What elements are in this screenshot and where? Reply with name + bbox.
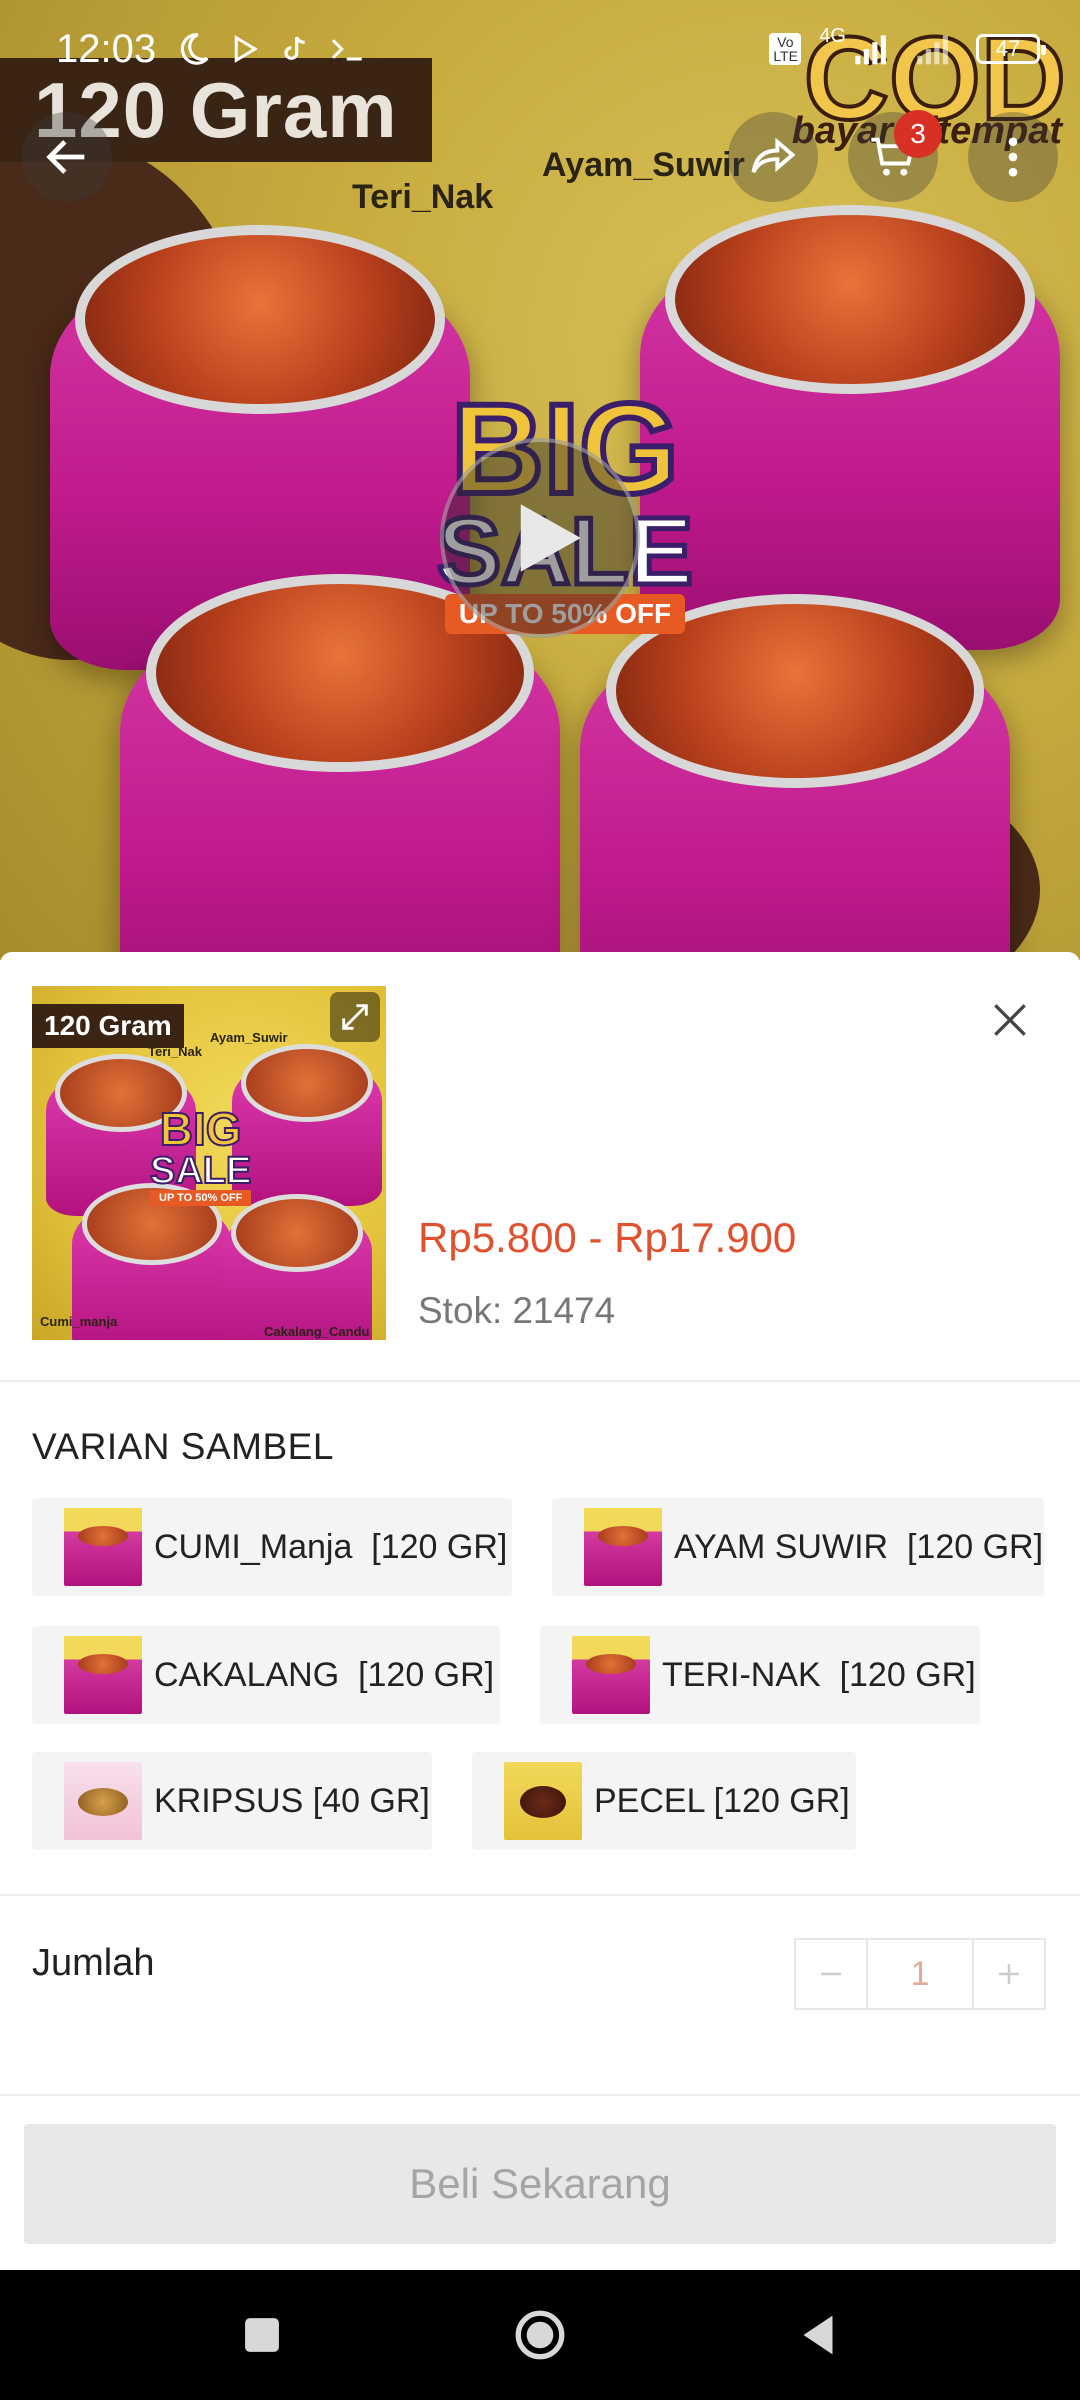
battery-level: 47 (995, 36, 1021, 61)
expand-image-button[interactable] (330, 992, 380, 1042)
quantity-stepper: 1 (794, 1938, 1046, 2010)
divider (0, 1894, 1080, 1896)
close-sheet-button[interactable] (980, 990, 1040, 1050)
home-icon[interactable] (511, 2306, 569, 2364)
annotation-teri: Teri_Nak (352, 178, 494, 216)
pecel-bowl-thumb-icon (504, 1762, 582, 1840)
status-time: 12:03 (56, 26, 157, 71)
back-button[interactable] (22, 112, 112, 202)
stock-info: Stok: 21474 (418, 1290, 615, 1332)
more-vertical-icon (1008, 137, 1018, 177)
thumb-cup (232, 1044, 382, 1206)
thumb-tag-teri: Teri_Nak (148, 1044, 202, 1059)
play-store-icon (234, 35, 259, 63)
variant-option-cumi[interactable]: CUMI_Manja [120 GR] (32, 1498, 512, 1596)
variant-label: CUMI_Manja [120 GR] (154, 1527, 508, 1566)
variant-label: TERI-NAK [120 GR] (662, 1655, 976, 1694)
divider (0, 1380, 1080, 1382)
annotation-ayam: Ayam_Suwir (542, 146, 745, 184)
variant-option-teri-nak[interactable]: TERI-NAK [120 GR] (540, 1626, 980, 1724)
variant-label: PECEL [120 GR] (594, 1781, 850, 1820)
sambel-cup-thumb-icon (64, 1636, 142, 1714)
thumb-sale-text: SALE (149, 1150, 252, 1192)
variant-option-ayam-suwir[interactable]: AYAM SUWIR [120 GR] (552, 1498, 1044, 1596)
variant-label: CAKALANG [120 GR] (154, 1655, 495, 1694)
thumb-big-text: BIG (159, 1103, 243, 1155)
plus-icon (999, 1964, 1019, 1984)
buy-now-button[interactable]: Beli Sekarang (24, 2124, 1056, 2244)
variant-section-title: VARIAN SAMBEL (32, 1426, 334, 1467)
sambel-cup-thumb-icon (64, 1508, 142, 1586)
share-button[interactable] (728, 112, 818, 202)
increase-quantity-button[interactable] (974, 1940, 1044, 2008)
product-thumbnail[interactable]: 120 Gram Teri_Nak Ayam_Suwir Cumi_manja … (32, 986, 386, 1340)
variant-selection-sheet: 120 Gram Teri_Nak Ayam_Suwir Cumi_manja … (0, 952, 1080, 2270)
play-video-button[interactable] (440, 438, 640, 638)
stock-label: Stok: (418, 1290, 503, 1331)
product-cup-image (580, 594, 1010, 960)
back-arrow-icon (46, 140, 85, 174)
thumb-weight-label: 120 Gram (32, 1004, 184, 1048)
price-range: Rp5.800 - Rp17.900 (418, 1214, 797, 1261)
status-bar: 12:03 Vo LTE 4G 47 (0, 0, 1080, 98)
battery-icon: 47 (976, 34, 1046, 64)
thumb-tag-cumi: Cumi_manja (40, 1314, 118, 1329)
sambel-cup-thumb-icon (572, 1636, 650, 1714)
divider (0, 2094, 1080, 2096)
terminal-icon (332, 39, 362, 61)
stock-value: 21474 (512, 1290, 616, 1331)
signal-icon (855, 35, 886, 65)
variant-option-cakalang[interactable]: CAKALANG [120 GR] (32, 1626, 500, 1724)
close-icon (994, 1004, 1026, 1036)
thumb-tag-ayam: Ayam_Suwir (210, 1030, 288, 1045)
variant-option-kripsus[interactable]: KRIPSUS [40 GR] (32, 1752, 432, 1850)
system-navigation-bar (0, 2270, 1080, 2400)
variant-label: AYAM SUWIR [120 GR] (674, 1527, 1044, 1566)
tiktok-icon (284, 36, 305, 60)
quantity-label: Jumlah (32, 1942, 155, 1984)
play-icon (520, 504, 581, 572)
sambel-cup-thumb-icon (584, 1508, 662, 1586)
volte-badge: Vo LTE (769, 33, 802, 65)
thumb-discount-text: UP TO 50% OFF (150, 1190, 252, 1206)
network-type: 4G (819, 24, 846, 47)
decrease-quantity-button[interactable] (796, 1940, 866, 2008)
variant-label: KRIPSUS [40 GR] (154, 1781, 430, 1820)
moon-icon (180, 33, 209, 65)
thumb-tag-cakalang: Cakalang_Candu (264, 1324, 370, 1339)
thumb-cup (222, 1194, 372, 1340)
signal-icon-2 (917, 35, 948, 65)
quantity-value[interactable]: 1 (866, 1940, 974, 2008)
thumb-big-sale: BIG SALE UP TO 50% OFF (149, 1103, 252, 1206)
share-icon (751, 137, 796, 174)
variant-option-pecel[interactable]: PECEL [120 GR] (472, 1752, 856, 1850)
expand-icon (342, 1004, 368, 1030)
minus-icon (821, 1972, 841, 1976)
back-nav-icon[interactable] (789, 2306, 847, 2364)
product-cup-image (120, 573, 560, 960)
recent-apps-icon[interactable] (233, 2306, 291, 2364)
more-options-button[interactable] (968, 112, 1058, 202)
cart-count-badge: 3 (894, 110, 942, 158)
kripsus-pack-thumb-icon (64, 1762, 142, 1840)
